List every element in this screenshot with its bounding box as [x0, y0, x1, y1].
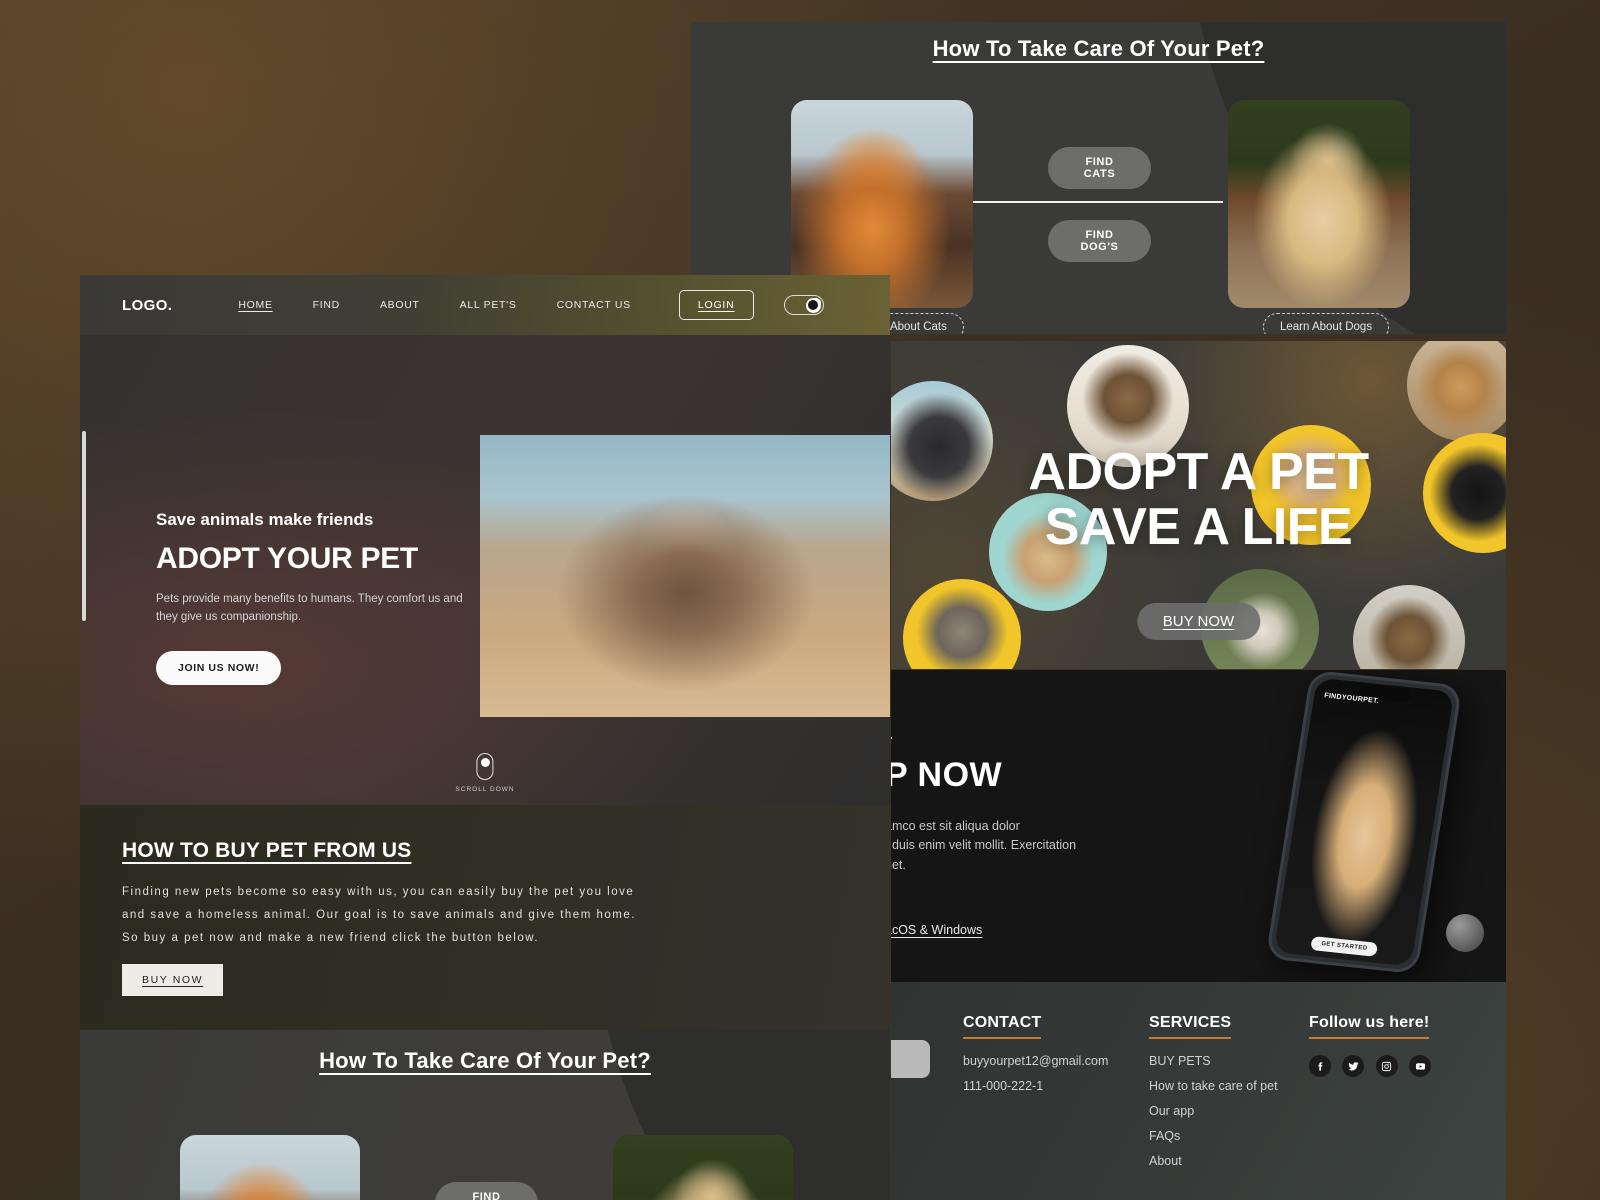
navbar: LOGO. HOME FIND ABOUT ALL PET'S CONTACT … — [80, 275, 890, 335]
nav-item-about[interactable]: ABOUT — [380, 299, 420, 311]
moon-icon — [805, 297, 821, 313]
app-title: P NOW — [891, 756, 1003, 794]
care-divider — [973, 201, 1223, 203]
adopt-a-pet-panel: ADOPT A PET SAVE A LIFE BUY NOW — [891, 341, 1506, 669]
adopt-headline: ADOPT A PET SAVE A LIFE — [891, 443, 1506, 557]
hero-headline: ADOPT YOUR PET — [156, 542, 418, 575]
site-footer: CONTACT buyyourpet12@gmail.com 111-000-2… — [891, 982, 1506, 1200]
footer-contact-phone[interactable]: 111-000-222-1 — [963, 1074, 1108, 1099]
footer-heading-follow: Follow us here! — [1309, 1014, 1430, 1039]
footer-contact-email[interactable]: buyyourpet12@gmail.com — [963, 1049, 1108, 1074]
dark-mode-toggle[interactable] — [783, 295, 824, 315]
hero-section: Save animals make friends ADOPT YOUR PET… — [80, 335, 890, 805]
care-title: How To Take Care Of Your Pet? — [932, 36, 1265, 61]
app-body-line: t duis enim velit mollit. Exercitation — [891, 838, 1077, 853]
nav-item-all-pets[interactable]: ALL PET'S — [460, 299, 517, 311]
footer-link-about[interactable]: About — [1149, 1149, 1278, 1174]
youtube-icon[interactable] — [1409, 1055, 1432, 1077]
mouse-scroll-icon — [476, 753, 494, 780]
adopt-buy-now-button[interactable]: BUY NOW — [1136, 603, 1261, 640]
app-platform-link[interactable]: acOS & Windows — [891, 923, 982, 937]
hero-kicker: Save animals make friends — [156, 510, 374, 529]
hero-accent-bar — [82, 431, 86, 621]
app-eyebrow: l. — [891, 726, 1076, 742]
care-dog-photo-bottom — [613, 1135, 793, 1200]
footer-link-our-app[interactable]: Our app — [1149, 1099, 1278, 1124]
find-cats-button[interactable]: FIND CATS — [1048, 147, 1151, 189]
app-body-line: net. — [891, 857, 906, 872]
decorative-orb — [1446, 914, 1484, 952]
app-download-panel: l. P NOW amco est sit aliqua dolor t dui… — [891, 670, 1506, 982]
mockup-stage: How To Take Care Of Your Pet? FIND CATS … — [0, 0, 1600, 1200]
find-cats-button-bottom[interactable]: FIND CATS — [435, 1182, 538, 1200]
hero-dog-photo — [480, 435, 890, 717]
instagram-icon[interactable] — [1375, 1055, 1398, 1077]
buy-now-button[interactable]: BUY NOW — [122, 964, 224, 996]
footer-subscribe-box[interactable] — [891, 1040, 930, 1078]
main-landing-panel: LOGO. HOME FIND ABOUT ALL PET'S CONTACT … — [80, 275, 890, 1200]
nav-item-find[interactable]: FIND — [313, 299, 340, 311]
nav-item-contact-us[interactable]: CONTACT US — [557, 299, 631, 311]
footer-link-buy-pets[interactable]: BUY PETS — [1149, 1049, 1278, 1074]
scroll-down-indicator[interactable]: SCROLL DOWN — [455, 753, 514, 793]
scroll-down-label: SCROLL DOWN — [455, 786, 515, 793]
how-to-buy-line: and save a homeless animal. Our goal is … — [122, 909, 636, 921]
login-button[interactable]: LOGIN — [678, 290, 754, 320]
footer-link-take-care[interactable]: How to take care of pet — [1149, 1074, 1278, 1099]
app-body: amco est sit aliqua dolor t duis enim ve… — [891, 817, 1076, 875]
care-section-bottom: How To Take Care Of Your Pet? FIND CATS … — [80, 1030, 890, 1200]
learn-about-dogs-button[interactable]: Learn About Dogs — [1263, 313, 1390, 334]
facebook-icon[interactable] — [1309, 1055, 1331, 1077]
how-to-buy-line: So buy a pet now and make a new friend c… — [122, 932, 540, 944]
app-body-line: amco est sit aliqua dolor — [891, 819, 1020, 833]
care-title-bottom: How To Take Care Of Your Pet? — [319, 1048, 651, 1073]
phone-mockup: FINDYOURPET. GET STARTED — [1265, 670, 1463, 975]
how-to-buy-line: Finding new pets become so easy with us,… — [122, 886, 635, 898]
how-to-buy-title: HOW TO BUY PET FROM US — [122, 839, 412, 862]
how-to-buy-section: HOW TO BUY PET FROM US Finding new pets … — [80, 805, 890, 1030]
twitter-icon[interactable] — [1342, 1055, 1365, 1077]
how-to-buy-body: Finding new pets become so easy with us,… — [122, 881, 890, 950]
footer-heading-contact: CONTACT — [963, 1014, 1042, 1039]
footer-heading-services: SERVICES — [1149, 1014, 1232, 1039]
nav-item-home[interactable]: HOME — [238, 299, 272, 311]
join-us-now-button[interactable]: JOIN US NOW! — [156, 650, 282, 685]
adopt-headline-line2: SAVE A LIFE — [1044, 498, 1353, 557]
site-logo[interactable]: LOGO. — [122, 297, 172, 314]
footer-link-faqs[interactable]: FAQs — [1149, 1124, 1278, 1149]
care-dog-photo — [1228, 100, 1410, 308]
nav-links: HOME FIND ABOUT ALL PET'S CONTACT US — [238, 299, 631, 311]
phone-screen — [1273, 677, 1455, 967]
find-dogs-button[interactable]: FIND DOG'S — [1048, 220, 1151, 262]
care-cat-photo-bottom — [180, 1135, 360, 1200]
phone-body: FINDYOURPET. GET STARTED — [1265, 670, 1463, 975]
hero-subtext: Pets provide many benefits to humans. Th… — [156, 593, 463, 624]
adopt-headline-line1: ADOPT A PET — [1028, 443, 1369, 501]
